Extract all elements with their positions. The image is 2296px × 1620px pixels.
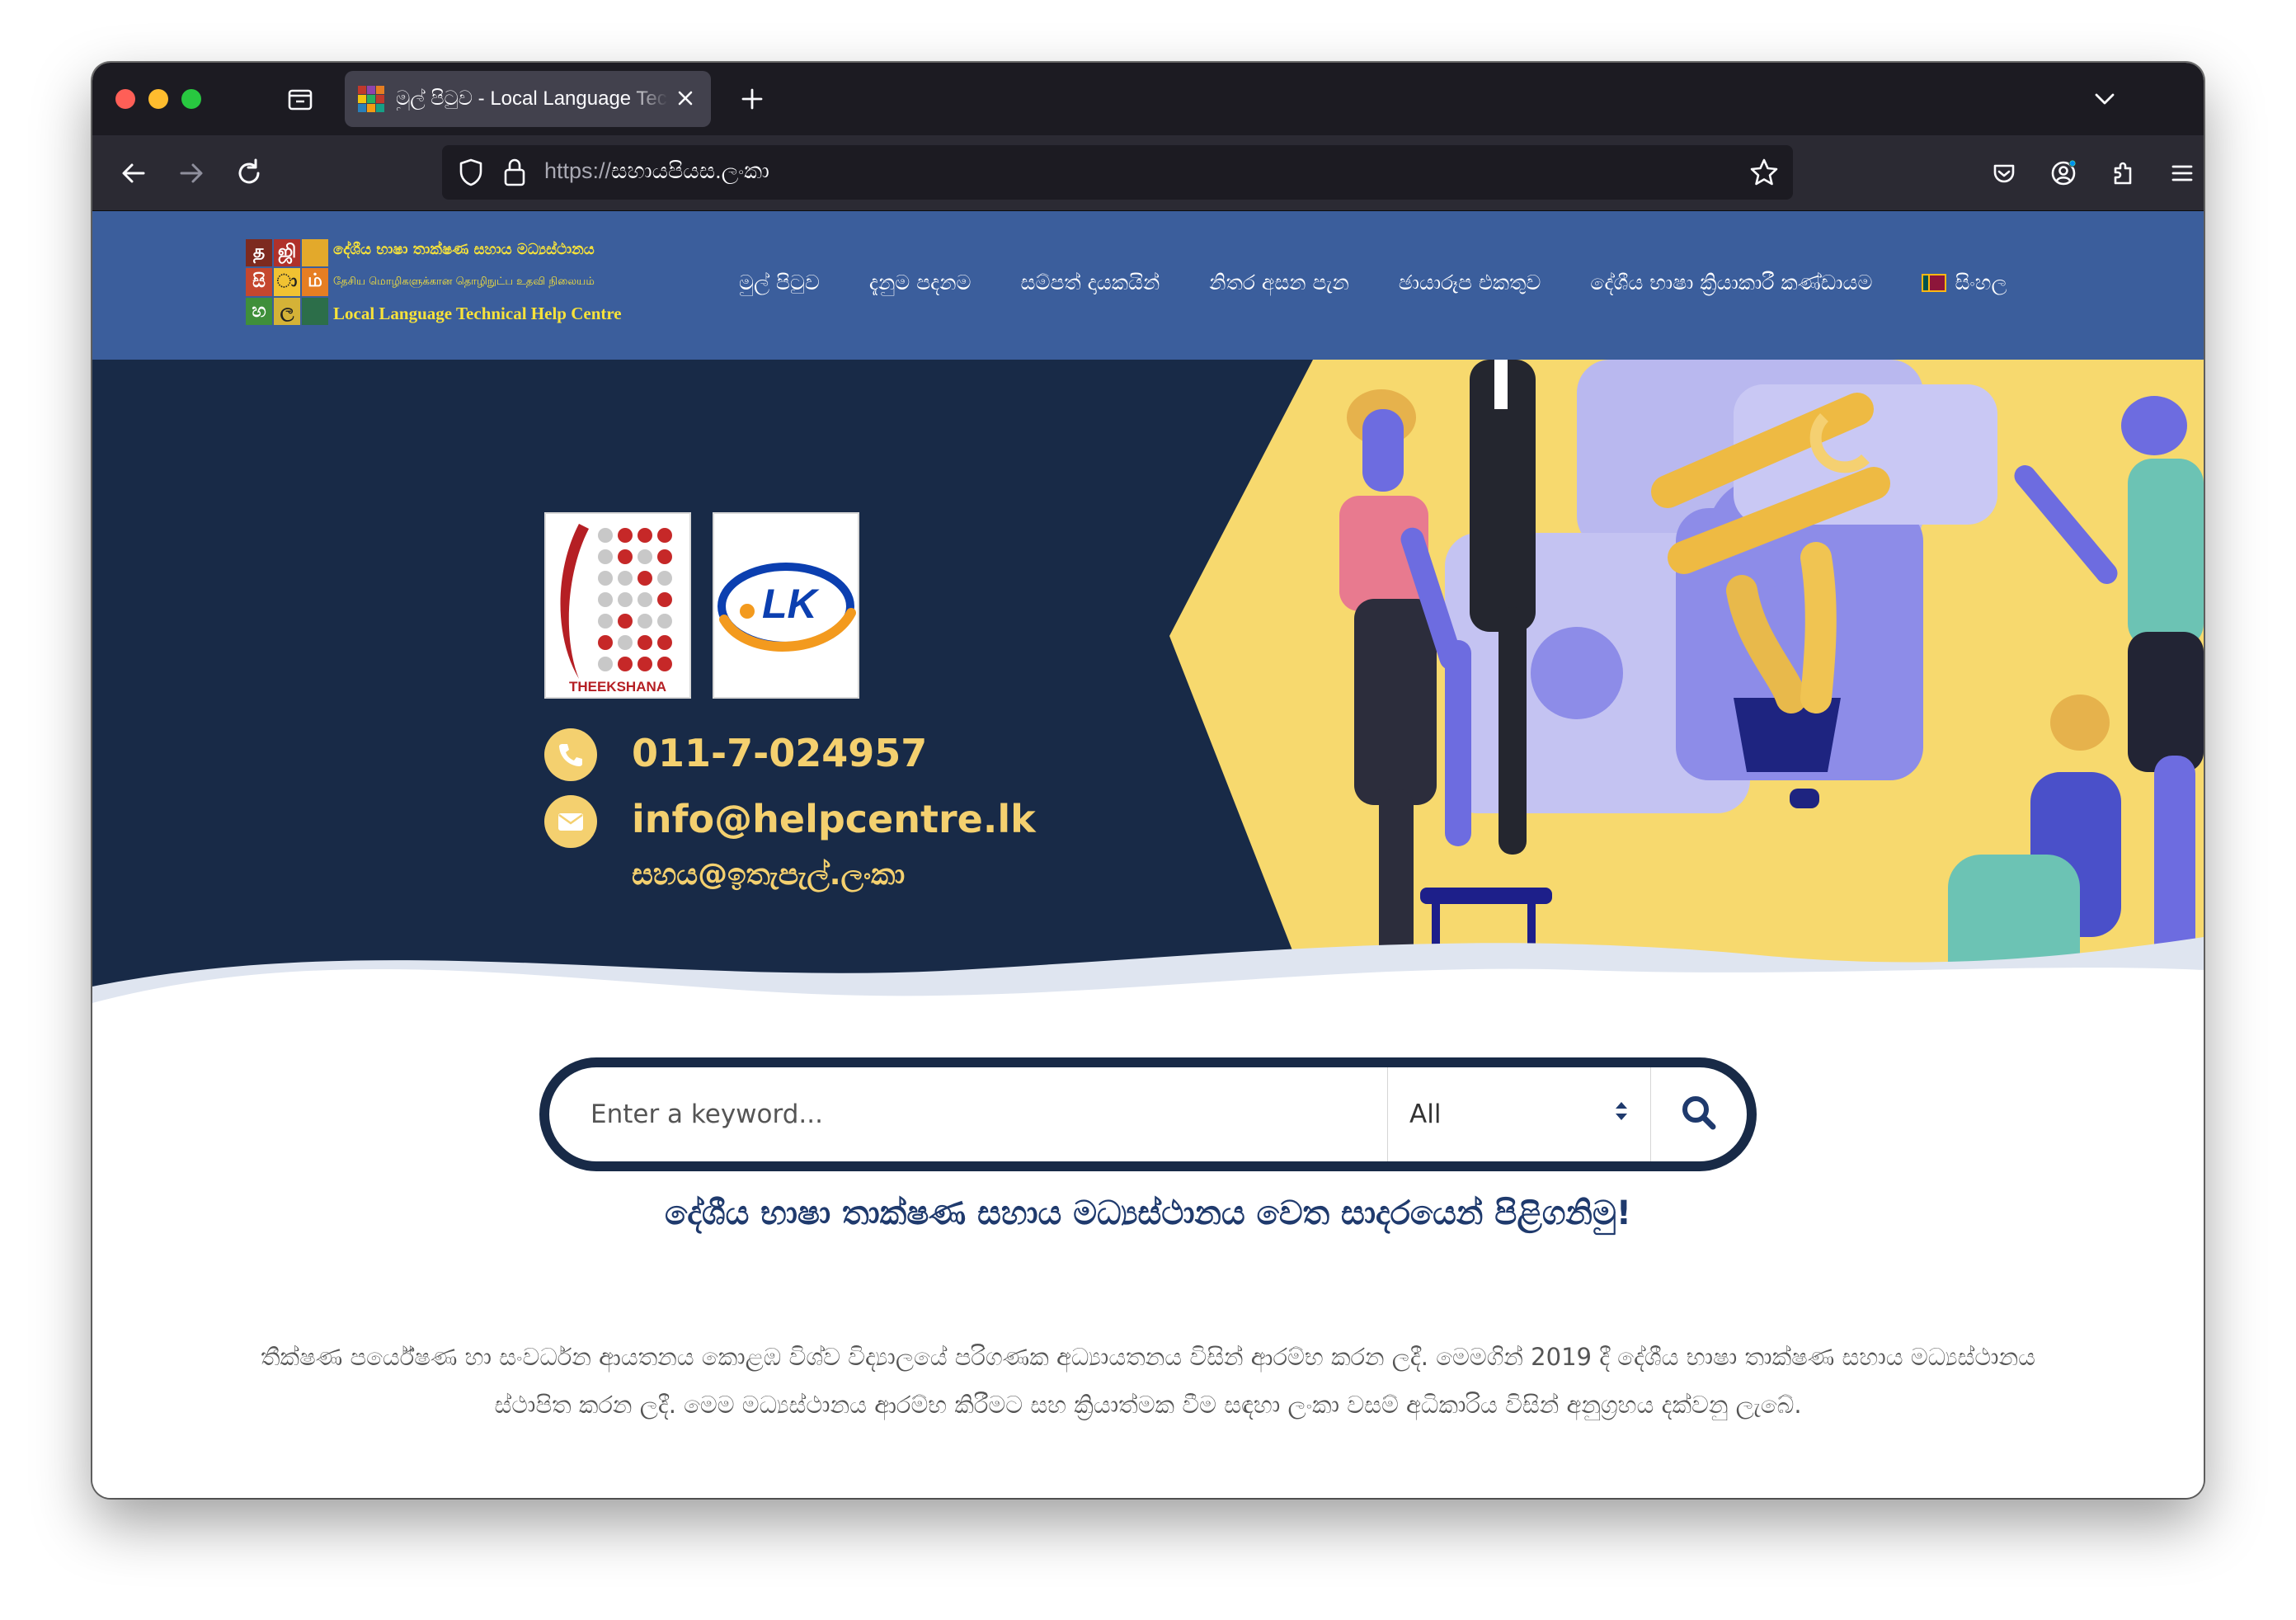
search-icon [1680, 1094, 1718, 1135]
active-tab[interactable]: මුල් පිටුව - Local Language Technical He… [345, 71, 711, 127]
nav-item-faq[interactable]: නිතර අසන පැන [1209, 271, 1348, 295]
language-label: සිංහල [1955, 271, 2007, 294]
window-close-button[interactable] [115, 89, 135, 109]
address-bar[interactable]: https://සහායපියස.ලංකා [442, 145, 1793, 200]
about-paragraph: තීක්ෂණ පර්යේෂණ හා සංවර්ධන ආයතනය කොළඹ විශ… [191, 1333, 2105, 1429]
knowledge-search-bar: All [539, 1057, 1757, 1171]
tab-bar: මුල් පිටුව - Local Language Technical He… [92, 63, 2204, 135]
tab-list-chevron-icon[interactable] [2088, 82, 2121, 115]
search-input[interactable] [549, 1067, 1387, 1161]
language-switcher[interactable]: සිංහල [1922, 271, 2007, 295]
site-header: த ஜி සි ා ம் හ ල දේශීය භාෂා තාක්ෂණ සහාය … [92, 211, 2204, 360]
search-button[interactable] [1651, 1067, 1747, 1161]
logo-letter-grid: த ஜி සි ා ம் හ ල [246, 239, 328, 325]
main-nav: මුල් පිටුව දැනුම පදනම සම්පත් දායකයින් නි… [739, 271, 2007, 295]
nav-item-knowledge-base[interactable]: දැනුම පදනම [869, 271, 972, 295]
phone-icon [544, 728, 597, 781]
logo-title-english: Local Language Technical Help Centre [333, 304, 622, 323]
theekshana-logo[interactable]: THEEKSHANA [544, 512, 691, 699]
web-page: த ஜி සි ා ம் හ ල දේශීය භාෂා තාක්ෂණ සහාය … [92, 211, 2204, 1498]
sri-lanka-flag-icon [1922, 274, 1947, 292]
site-logo[interactable]: த ஜி සි ා ம் හ ල දේශීය භාෂා තාක්ෂණ සහාය … [246, 239, 633, 330]
tab-close-icon[interactable] [673, 86, 698, 111]
email-address[interactable]: info@helpcentre.lk [632, 797, 1036, 841]
navigation-toolbar: https://සහායපියස.ලංකා [92, 135, 2204, 211]
tab-title: මුල් පිටුව - Local Language Technical He… [396, 87, 668, 110]
select-updown-icon [1612, 1099, 1630, 1130]
hero-illustration [92, 360, 2204, 1003]
reload-icon[interactable] [229, 153, 269, 193]
extensions-puzzle-icon[interactable] [2103, 153, 2143, 193]
tracking-shield-icon[interactable] [452, 153, 490, 195]
tab-overview-icon[interactable] [282, 81, 318, 117]
new-tab-plus-icon[interactable] [734, 81, 770, 117]
email-address-sinhala[interactable]: සහය@ඉතැපැල්.ලංකා [632, 858, 905, 892]
menu-hamburger-icon[interactable] [2162, 153, 2202, 193]
site-favicon-icon [358, 86, 384, 112]
forward-arrow-icon[interactable] [172, 153, 211, 193]
account-icon[interactable] [2044, 153, 2083, 193]
dot-lk-logo[interactable]: LK [713, 512, 859, 699]
bookmark-star-icon[interactable] [1745, 153, 1783, 195]
back-arrow-icon[interactable] [114, 153, 153, 193]
window-maximize-button[interactable] [181, 89, 201, 109]
welcome-heading: දේශීය භාෂා තාක්ෂණ සහාය මධ්‍යස්ථානය වෙත ස… [664, 1194, 1631, 1232]
about-line-1: තීක්ෂණ පර්යේෂණ හා සංවර්ධන ආයතනය කොළඹ විශ… [260, 1343, 2035, 1371]
category-select-value: All [1409, 1100, 1442, 1129]
hero-banner: THEEKSHANA LK 011-7-024957 info@helpcent… [92, 360, 2204, 1003]
phone-number[interactable]: 011-7-024957 [632, 731, 927, 775]
dot-lk-label: LK [762, 581, 817, 627]
lock-icon[interactable] [498, 153, 531, 195]
browser-window: මුල් පිටුව - Local Language Technical He… [92, 63, 2204, 1498]
nav-item-working-group[interactable]: දේශීය භාෂා ක්‍රියාකාරී කණ්ඩායම [1590, 271, 1872, 295]
logo-title-tamil: தேசிய மொழிகளுக்கான தொழிநுட்ப உதவி நிலையம… [333, 275, 595, 288]
nav-item-home[interactable]: මුල් පිටුව [739, 271, 820, 295]
nav-item-gallery[interactable]: ඡායාරූප එකතුව [1399, 271, 1541, 295]
url-text[interactable]: https://සහායපියස.ලංකා [544, 158, 769, 185]
window-minimize-button[interactable] [148, 89, 168, 109]
theekshana-label: THEEKSHANA [568, 679, 667, 695]
email-icon [544, 795, 597, 848]
about-line-2: ස්ථාපිත කරන ලදී. මෙම මධ්‍යස්ථානය ආරම්භ ක… [494, 1391, 1802, 1419]
pocket-icon[interactable] [1984, 153, 2024, 193]
logo-title-sinhala: දේශීය භාෂා තාක්ෂණ සහාය මධ්‍යස්ථානය [333, 241, 595, 258]
nav-item-resource-persons[interactable]: සම්පත් දායකයින් [1021, 271, 1160, 295]
category-select[interactable]: All [1387, 1067, 1651, 1161]
